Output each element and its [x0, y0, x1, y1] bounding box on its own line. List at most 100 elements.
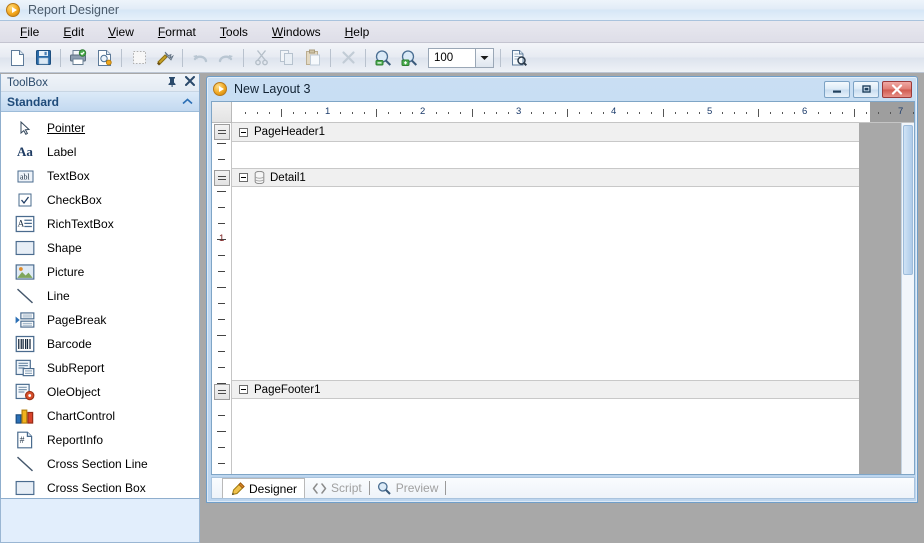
- ruler-tick: [460, 112, 461, 114]
- ruler-number: 1: [219, 233, 225, 244]
- tab-preview[interactable]: Preview: [370, 478, 446, 498]
- band-selector-pagefooter[interactable]: [214, 384, 230, 400]
- tab-script[interactable]: Script: [305, 478, 369, 498]
- ruler-tick: [639, 112, 640, 114]
- toolbox-item-label: Cross Section Line: [47, 457, 148, 471]
- report-play-icon: [213, 82, 227, 96]
- ruler-tick: [218, 255, 225, 256]
- toolbox-item-pagebreak[interactable]: PageBreak: [1, 308, 199, 332]
- redo-icon[interactable]: [213, 46, 239, 70]
- band-body-pagefooter1[interactable]: [232, 399, 859, 425]
- menu-edit[interactable]: Edit: [51, 22, 96, 42]
- ruler-tick: [531, 112, 532, 114]
- barcode-icon: [15, 335, 35, 353]
- menu-windows[interactable]: Windows: [260, 22, 333, 42]
- copy-icon[interactable]: [274, 46, 300, 70]
- toolbar-separator: [60, 48, 61, 67]
- toolbox-item-label[interactable]: Aa Label: [1, 140, 199, 164]
- select-all-icon[interactable]: [126, 46, 152, 70]
- band-selector-detail[interactable]: [214, 170, 230, 186]
- toolbox-item-textbox[interactable]: abl TextBox: [1, 164, 199, 188]
- toolbox-item-subreport[interactable]: SubReport: [1, 356, 199, 380]
- scrollbar-thumb[interactable]: [903, 125, 913, 275]
- toolbox-item-cross-section-line[interactable]: Cross Section Line: [1, 452, 199, 476]
- delete-icon[interactable]: [335, 46, 361, 70]
- ruler-tick: [913, 112, 914, 114]
- ruler-tick: [317, 112, 318, 114]
- svg-text:A: A: [18, 220, 25, 230]
- menu-format[interactable]: Format: [146, 22, 208, 42]
- collapse-icon[interactable]: [239, 127, 248, 137]
- ruler-tick: [854, 109, 855, 117]
- zoom-out-icon[interactable]: [370, 46, 396, 70]
- ruler-tick: [293, 112, 294, 114]
- document-search-icon[interactable]: [505, 46, 531, 70]
- undo-icon[interactable]: [187, 46, 213, 70]
- toolbox-item-reportinfo[interactable]: # ReportInfo: [1, 428, 199, 452]
- cut-icon[interactable]: [248, 46, 274, 70]
- band-header-pageheader1[interactable]: PageHeader1: [232, 123, 859, 142]
- report-page[interactable]: PageHeader1 Detail1 PageFooter1: [232, 123, 859, 474]
- zoom-dropdown-arrow[interactable]: [476, 47, 494, 68]
- toolbox-item-pointer[interactable]: Pointer: [1, 116, 199, 140]
- toolbox-item-cross-section-box[interactable]: Cross Section Box: [1, 476, 199, 500]
- save-icon[interactable]: [30, 46, 56, 70]
- toolbox-item-label: Shape: [47, 241, 82, 255]
- toolbox-item-picture[interactable]: Picture: [1, 260, 199, 284]
- main-toolbar: 100: [0, 43, 924, 73]
- collapse-icon[interactable]: [239, 173, 248, 182]
- close-icon[interactable]: [185, 76, 195, 89]
- ruler-tick: [567, 109, 568, 117]
- ruler-tick: [400, 112, 401, 114]
- ruler-number: 7: [898, 106, 904, 117]
- ruler-tick: [878, 112, 879, 114]
- ruler-tick: [603, 112, 604, 114]
- toolbox-group-standard[interactable]: Standard: [1, 92, 199, 112]
- print-icon[interactable]: [65, 46, 91, 70]
- app-titlebar: Report Designer: [0, 0, 924, 21]
- menu-help[interactable]: Help: [333, 22, 382, 42]
- ruler-tick: [218, 319, 225, 320]
- ruler-tick: [734, 112, 735, 114]
- ruler-tick: [722, 112, 723, 114]
- paste-icon[interactable]: [300, 46, 326, 70]
- zoom-in-icon[interactable]: [396, 46, 422, 70]
- picture-icon: [15, 264, 35, 280]
- collapse-icon[interactable]: [239, 385, 248, 394]
- vertical-scrollbar[interactable]: [901, 123, 914, 474]
- toolbox-item-checkbox[interactable]: CheckBox: [1, 188, 199, 212]
- menu-view[interactable]: View: [96, 22, 146, 42]
- chevron-up-icon[interactable]: [182, 95, 193, 109]
- toolbox-item-line[interactable]: Line: [1, 284, 199, 308]
- restore-button[interactable]: [853, 80, 879, 98]
- ruler-tick: [217, 143, 226, 144]
- ruler-tick: [675, 112, 676, 114]
- tab-designer[interactable]: Designer: [222, 478, 306, 498]
- menubar: File Edit View Format Tools Windows Help: [0, 21, 924, 43]
- ruler-tick: [281, 109, 282, 117]
- minimize-button[interactable]: [824, 80, 850, 98]
- band-label: PageFooter1: [254, 383, 321, 396]
- toolbox-item-chartcontrol[interactable]: ChartControl: [1, 404, 199, 428]
- band-header-pagefooter1[interactable]: PageFooter1: [232, 380, 859, 399]
- band-body-pageheader1[interactable]: [232, 142, 859, 168]
- menu-file[interactable]: File: [8, 22, 51, 42]
- toolbox-item-barcode[interactable]: Barcode: [1, 332, 199, 356]
- close-button[interactable]: [882, 80, 912, 98]
- toolbox-item-richtextbox[interactable]: A RichTextBox: [1, 212, 199, 236]
- tools-icon[interactable]: [152, 46, 178, 70]
- zoom-input[interactable]: 100: [428, 47, 476, 68]
- toolbox-item-label: SubReport: [47, 361, 105, 375]
- band-selector-pageheader[interactable]: [214, 124, 230, 140]
- band-header-detail1[interactable]: Detail1: [232, 168, 859, 187]
- toolbox-item-shape[interactable]: Shape: [1, 236, 199, 260]
- new-icon[interactable]: [4, 46, 30, 70]
- pin-icon[interactable]: [167, 76, 177, 90]
- band-body-detail1[interactable]: [232, 187, 859, 380]
- design-canvas[interactable]: PageHeader1 Detail1 PageFooter1: [232, 123, 914, 474]
- view-tabs: Designer Script Preview: [211, 477, 915, 499]
- menu-tools[interactable]: Tools: [208, 22, 260, 42]
- print-preview-icon[interactable]: [91, 46, 117, 70]
- toolbox-item-oleobject[interactable]: OleObject: [1, 380, 199, 404]
- ruler-tick: [890, 112, 891, 114]
